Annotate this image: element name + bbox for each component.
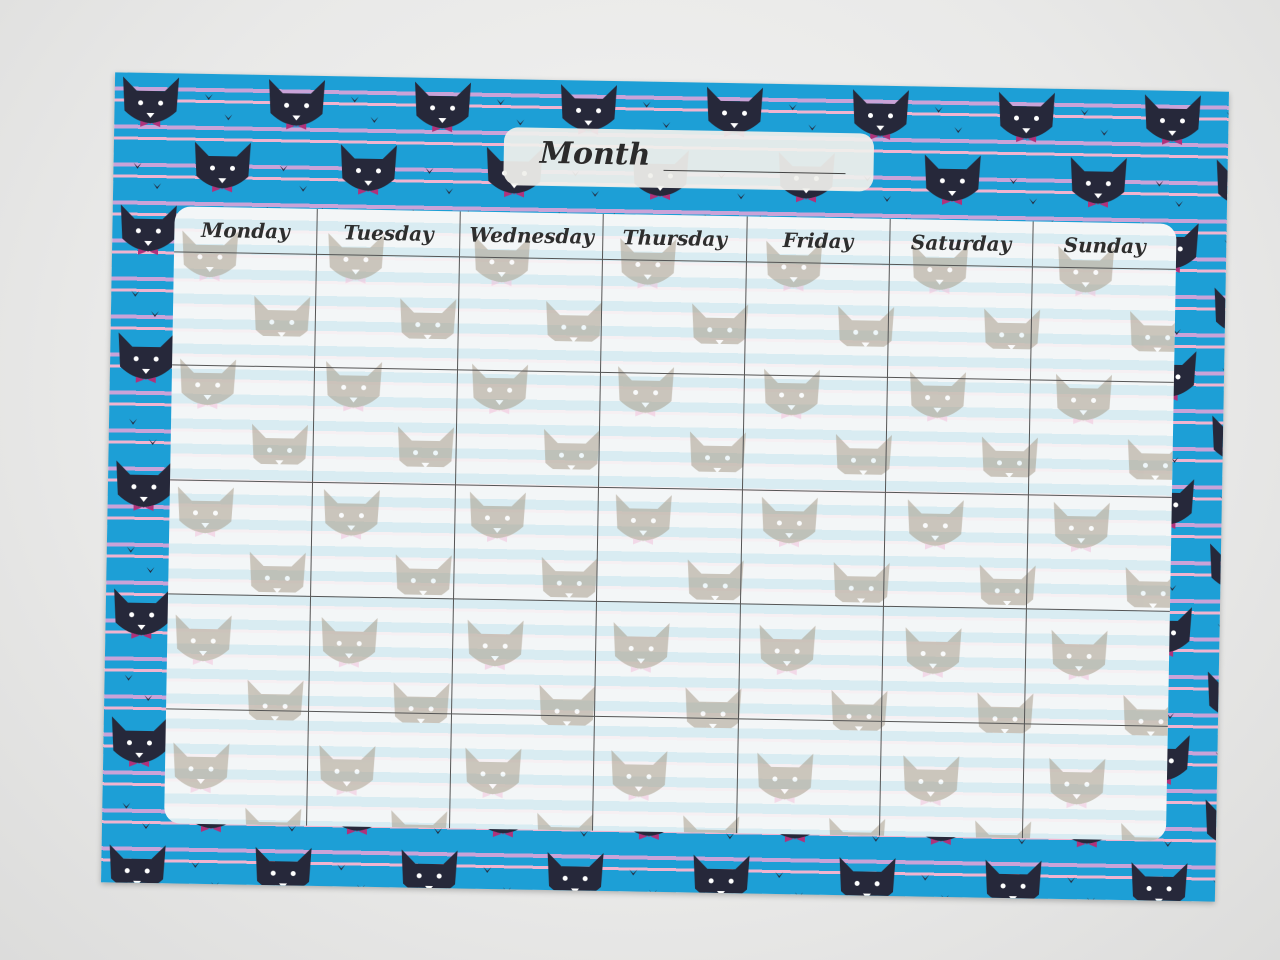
day-cell[interactable] (738, 604, 884, 722)
day-cell[interactable] (599, 373, 745, 491)
day-cell[interactable] (601, 258, 747, 376)
calendar-panel: Monday Tuesday Wednesday Thursday Friday Satu… (164, 206, 1177, 841)
day-cell[interactable] (166, 594, 312, 712)
day-header-friday: Friday (746, 216, 891, 264)
month-label: Month (539, 135, 651, 173)
day-cell[interactable] (1023, 724, 1168, 841)
day-cell[interactable] (164, 708, 310, 826)
day-cell[interactable] (307, 711, 453, 829)
day-cell[interactable] (311, 482, 457, 600)
day-cell[interactable] (1026, 495, 1172, 613)
day-cell[interactable] (309, 597, 455, 714)
cat-calendar-sheet: Month Monday Tuesday Wednesday Thursday Frid… (101, 72, 1229, 902)
day-cell[interactable] (170, 365, 316, 483)
day-cell[interactable] (456, 370, 602, 488)
day-cell[interactable] (168, 480, 314, 598)
day-cell[interactable] (458, 256, 604, 374)
day-cell[interactable] (885, 378, 1031, 496)
day-cell[interactable] (879, 721, 1025, 839)
day-cell[interactable] (736, 718, 882, 836)
day-cell[interactable] (742, 375, 888, 493)
day-cell[interactable] (454, 485, 600, 603)
day-header-tuesday: Tuesday (317, 208, 462, 257)
day-cell[interactable] (883, 492, 1029, 610)
day-cell[interactable] (452, 599, 598, 717)
day-header-saturday: Saturday (889, 218, 1034, 267)
day-cell[interactable] (881, 607, 1027, 724)
day-cell[interactable] (1028, 380, 1174, 498)
day-cell[interactable] (450, 713, 596, 831)
day-header-wednesday: Wednesday (460, 211, 605, 259)
day-cell[interactable] (1024, 609, 1170, 727)
calendar-grid: Monday Tuesday Wednesday Thursday Friday Satu… (164, 206, 1177, 840)
day-cell[interactable] (744, 261, 890, 379)
day-header-monday: Monday (174, 206, 318, 254)
day-cell[interactable] (887, 263, 1033, 381)
day-cell[interactable] (172, 251, 318, 369)
day-cell[interactable] (1030, 266, 1176, 384)
day-cell[interactable] (593, 716, 739, 834)
day-header-thursday: Thursday (603, 213, 748, 262)
day-cell[interactable] (315, 253, 461, 371)
day-cell[interactable] (595, 602, 741, 719)
day-cell[interactable] (740, 490, 886, 608)
day-cell[interactable] (597, 487, 743, 605)
day-header-sunday: Sunday (1063, 232, 1146, 258)
day-cell[interactable] (313, 368, 459, 486)
month-write-line (663, 169, 846, 175)
month-title-box: Month (503, 127, 875, 192)
